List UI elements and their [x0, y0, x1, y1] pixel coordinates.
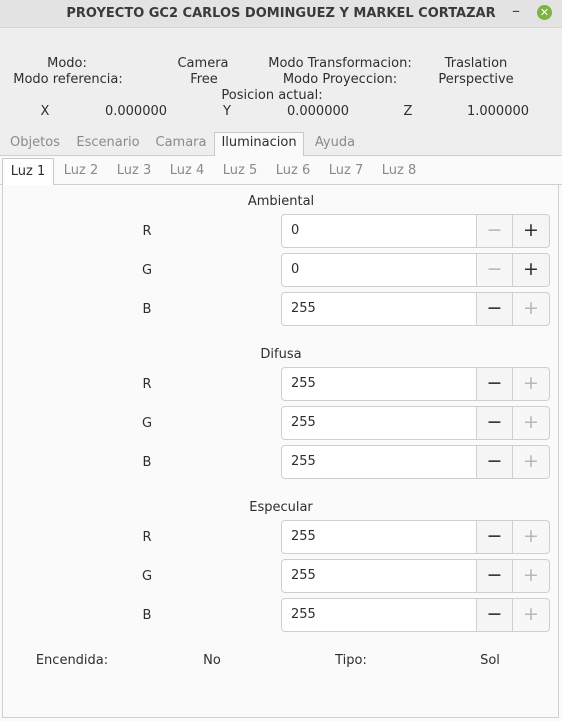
difusa-b-spinner: 255 − + [281, 445, 550, 479]
tab-objetos[interactable]: Objetos [4, 133, 66, 155]
difusa-g-label: G [141, 416, 153, 431]
especular-r-spinner: 255 − + [281, 520, 550, 554]
y-value: 0.000000 [286, 104, 350, 119]
ambiental-g-decrement-button[interactable]: − [476, 253, 513, 287]
light-tab-bar: Luz 1 Luz 2 Luz 3 Luz 4 Luz 5 Luz 6 Luz … [0, 156, 562, 185]
transform-value: Traslation [444, 56, 508, 71]
tab-ayuda[interactable]: Ayuda [308, 133, 362, 155]
encendida-label: Encendida: [35, 653, 109, 668]
tab-luz-7[interactable]: Luz 7 [321, 160, 371, 184]
tab-iluminacion[interactable]: Iluminacion [214, 132, 304, 156]
proyeccion-label: Modo Proyeccion: [282, 72, 398, 87]
difusa-title: Difusa [260, 347, 302, 362]
referencia-value: Free [190, 72, 218, 87]
ambiental-r-spinner: 0 − + [281, 214, 550, 248]
especular-g-spinner: 255 − + [281, 559, 550, 593]
tab-camara[interactable]: Camara [151, 133, 211, 155]
minimize-icon[interactable]: – [506, 2, 526, 22]
especular-b-increment-button[interactable]: + [513, 598, 550, 632]
ambiental-r-label: R [142, 224, 152, 239]
especular-r-input[interactable]: 255 [281, 520, 477, 554]
ambiental-title: Ambiental [247, 194, 315, 209]
ambiental-g-input[interactable]: 0 [281, 253, 477, 287]
especular-b-spinner: 255 − + [281, 598, 550, 632]
difusa-r-label: R [142, 377, 152, 392]
ambiental-b-input[interactable]: 255 [281, 292, 477, 326]
especular-b-decrement-button[interactable]: − [476, 598, 513, 632]
tab-luz-6[interactable]: Luz 6 [268, 160, 318, 184]
especular-b-input[interactable]: 255 [281, 598, 477, 632]
close-icon[interactable]: ✕ [537, 5, 552, 20]
transform-label: Modo Transformacion: [268, 56, 412, 71]
window-title: PROYECTO GC2 CARLOS DOMINGUEZ Y MARKEL C… [66, 6, 496, 21]
ambiental-b-label: B [142, 302, 152, 317]
especular-b-label: B [142, 608, 152, 623]
posicion-label: Posicion actual: [221, 88, 323, 103]
ambiental-r-decrement-button[interactable]: − [476, 214, 513, 248]
difusa-b-increment-button[interactable]: + [513, 445, 550, 479]
ambiental-b-decrement-button[interactable]: − [476, 292, 513, 326]
especular-g-increment-button[interactable]: + [513, 559, 550, 593]
especular-g-decrement-button[interactable]: − [476, 559, 513, 593]
x-label: X [40, 104, 50, 119]
proyeccion-value: Perspective [438, 72, 514, 87]
difusa-b-input[interactable]: 255 [281, 445, 477, 479]
referencia-label: Modo referencia: [13, 72, 123, 87]
difusa-g-input[interactable]: 255 [281, 406, 477, 440]
difusa-g-increment-button[interactable]: + [513, 406, 550, 440]
ambiental-b-increment-button[interactable]: + [513, 292, 550, 326]
especular-r-increment-button[interactable]: + [513, 520, 550, 554]
ambiental-g-increment-button[interactable]: + [513, 253, 550, 287]
ambiental-g-label: G [141, 263, 153, 278]
ambiental-r-increment-button[interactable]: + [513, 214, 550, 248]
tab-luz-4[interactable]: Luz 4 [162, 160, 212, 184]
especular-title: Especular [249, 500, 313, 515]
tab-luz-2[interactable]: Luz 2 [56, 160, 106, 184]
tab-luz-1[interactable]: Luz 1 [2, 158, 54, 185]
z-label: Z [403, 104, 413, 119]
z-value: 1.000000 [466, 104, 530, 119]
difusa-r-decrement-button[interactable]: − [476, 367, 513, 401]
especular-r-decrement-button[interactable]: − [476, 520, 513, 554]
tipo-value: Sol [480, 653, 500, 668]
difusa-b-decrement-button[interactable]: − [476, 445, 513, 479]
x-value: 0.000000 [104, 104, 168, 119]
tab-luz-5[interactable]: Luz 5 [215, 160, 265, 184]
especular-r-label: R [142, 530, 152, 545]
tab-luz-3[interactable]: Luz 3 [109, 160, 159, 184]
difusa-r-increment-button[interactable]: + [513, 367, 550, 401]
difusa-g-decrement-button[interactable]: − [476, 406, 513, 440]
encendida-value: No [203, 653, 221, 668]
tab-escenario[interactable]: Escenario [72, 133, 144, 155]
title-bar: PROYECTO GC2 CARLOS DOMINGUEZ Y MARKEL C… [0, 0, 562, 28]
difusa-r-spinner: 255 − + [281, 367, 550, 401]
ambiental-r-input[interactable]: 0 [281, 214, 477, 248]
ambiental-g-spinner: 0 − + [281, 253, 550, 287]
especular-g-label: G [141, 569, 153, 584]
modo-label: Modo: [47, 56, 87, 71]
difusa-r-input[interactable]: 255 [281, 367, 477, 401]
difusa-b-label: B [142, 455, 152, 470]
especular-g-input[interactable]: 255 [281, 559, 477, 593]
difusa-g-spinner: 255 − + [281, 406, 550, 440]
modo-value: Camera [177, 56, 229, 71]
tipo-label: Tipo: [335, 653, 367, 668]
ambiental-b-spinner: 255 − + [281, 292, 550, 326]
tab-luz-8[interactable]: Luz 8 [374, 160, 424, 184]
main-tab-bar: Objetos Escenario Camara Iluminacion Ayu… [0, 131, 562, 156]
y-label: Y [223, 104, 231, 119]
